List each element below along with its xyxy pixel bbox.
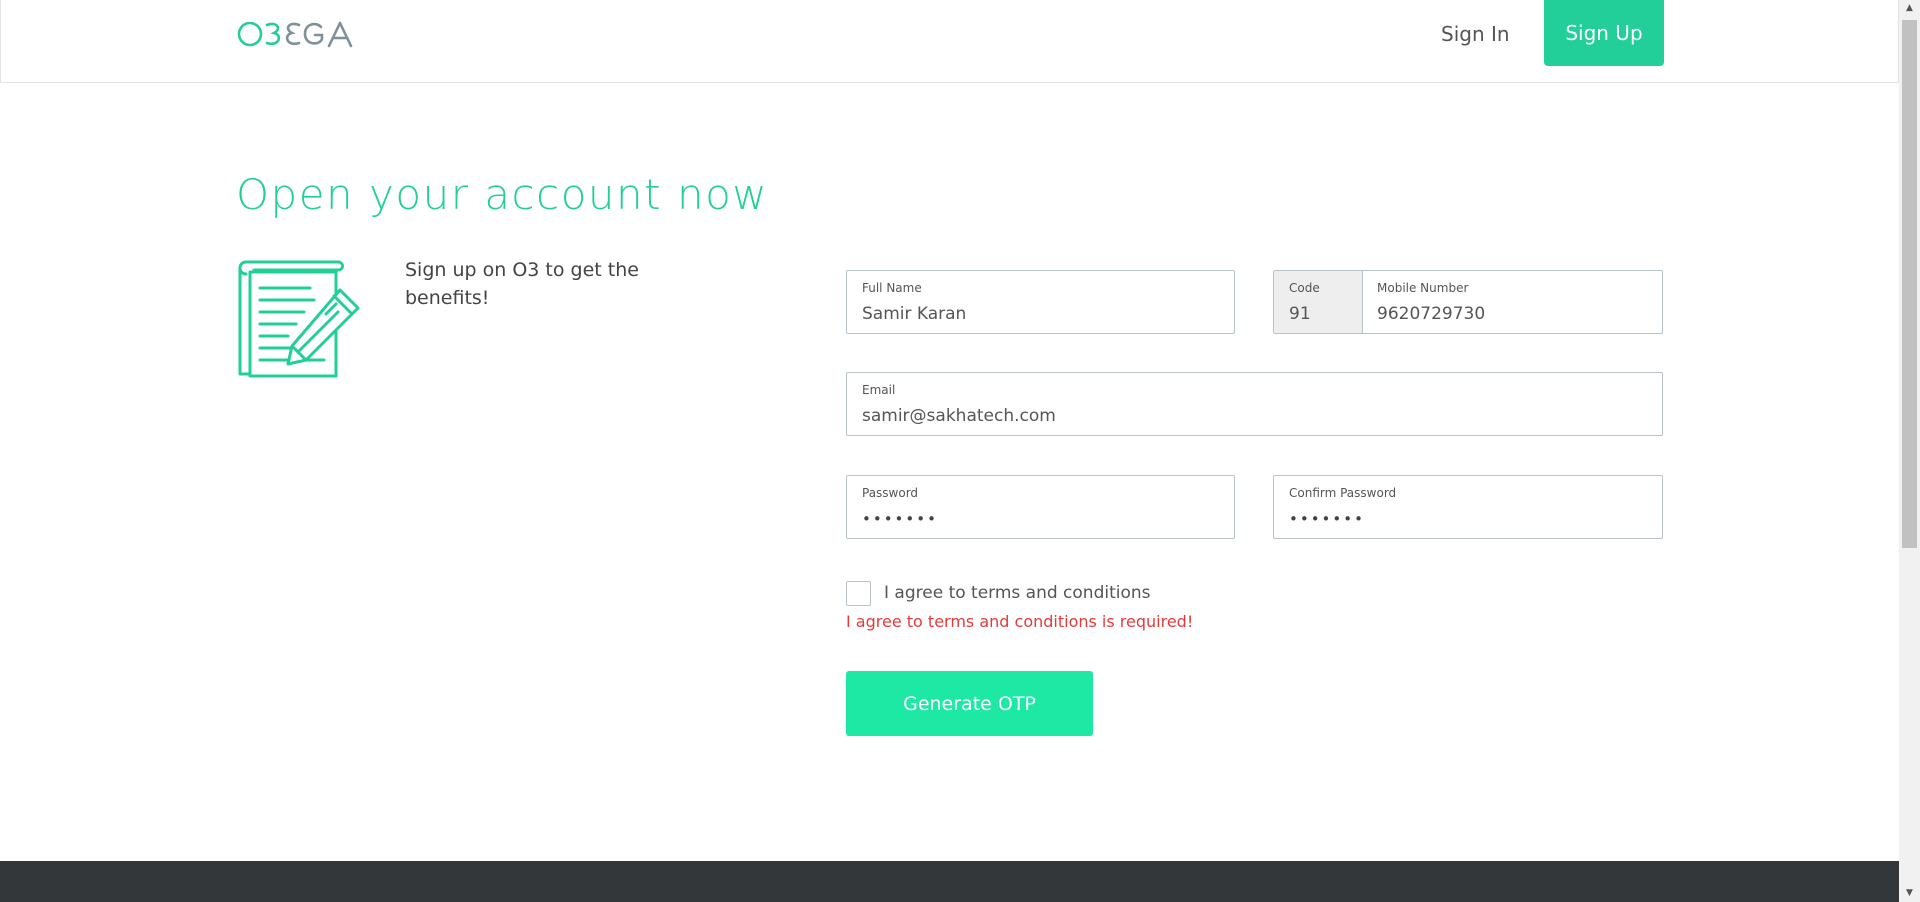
sign-in-link[interactable]: Sign In xyxy=(1441,20,1510,48)
mobile-value[interactable]: 9620729730 xyxy=(1377,304,1485,324)
mobile-label: Mobile Number xyxy=(1377,281,1469,295)
sign-up-button[interactable]: Sign Up xyxy=(1544,0,1664,66)
password-field[interactable]: Password ••••••• xyxy=(846,475,1235,539)
page-title: Open your account now xyxy=(236,170,769,219)
code-label: Code xyxy=(1289,281,1320,295)
page: Sign In Sign Up Open your account now Si… xyxy=(0,0,1899,902)
email-label: Email xyxy=(862,383,896,397)
top-navbar: Sign In Sign Up xyxy=(0,0,1899,83)
o3ega-logo[interactable] xyxy=(237,19,361,49)
code-value: 91 xyxy=(1289,304,1311,324)
benefits-text: Sign up on O3 to get the benefits! xyxy=(405,259,639,309)
country-code-field[interactable]: Code 91 xyxy=(1274,271,1363,333)
full-name-field[interactable]: Full Name Samir Karan xyxy=(846,270,1235,334)
terms-checkbox[interactable] xyxy=(846,581,871,606)
scroll-down-arrow-icon[interactable]: ▼ xyxy=(1899,885,1920,902)
terms-error-message: I agree to terms and conditions is requi… xyxy=(846,612,1194,631)
footer-band xyxy=(0,861,1899,902)
password-label: Password xyxy=(862,486,919,500)
terms-label[interactable]: I agree to terms and conditions xyxy=(884,581,1151,606)
confirm-password-value[interactable]: ••••••• xyxy=(1289,510,1365,528)
mobile-number-group: Code 91 Mobile Number 9620729730 xyxy=(1273,270,1663,334)
mobile-number-field[interactable]: Mobile Number 9620729730 xyxy=(1362,271,1662,333)
password-value[interactable]: ••••••• xyxy=(862,510,938,528)
generate-otp-button[interactable]: Generate OTP xyxy=(846,671,1093,736)
email-value[interactable]: samir@sakhatech.com xyxy=(862,406,1056,426)
vertical-scrollbar[interactable]: ▲ ▼ xyxy=(1899,0,1920,902)
full-name-value[interactable]: Samir Karan xyxy=(862,304,966,324)
confirm-password-field[interactable]: Confirm Password ••••••• xyxy=(1273,475,1663,539)
document-pencil-icon xyxy=(238,260,360,378)
confirm-password-label: Confirm Password xyxy=(1289,486,1397,500)
full-name-label: Full Name xyxy=(862,281,922,295)
email-field[interactable]: Email samir@sakhatech.com xyxy=(846,372,1663,436)
scroll-up-arrow-icon[interactable]: ▲ xyxy=(1899,0,1920,17)
scrollbar-thumb[interactable] xyxy=(1902,20,1917,548)
